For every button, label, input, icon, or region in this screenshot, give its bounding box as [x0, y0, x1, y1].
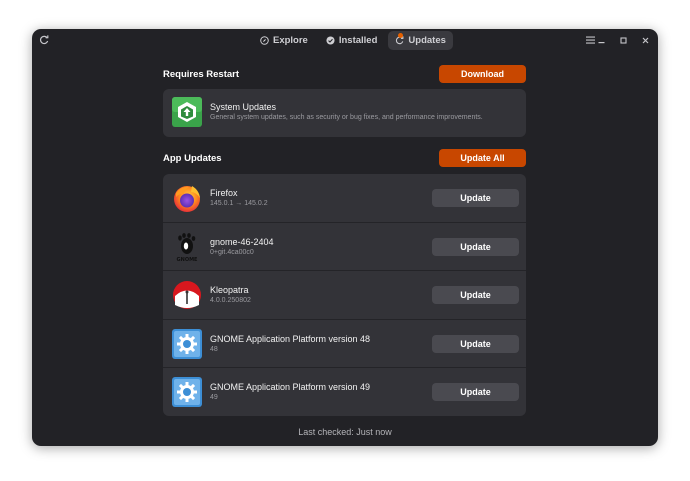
- app-version: 4.0.0.250802: [210, 297, 251, 304]
- update-button-firefox[interactable]: Update: [432, 189, 519, 207]
- section-title-app-updates: App Updates: [163, 152, 222, 164]
- list-item[interactable]: Firefox 145.0.1 → 145.0.2 Update: [163, 174, 526, 223]
- gear-icon: [172, 377, 202, 407]
- app-version: 48: [210, 345, 218, 353]
- app-name: GNOME Application Platform version 48: [210, 333, 371, 344]
- maximize-icon: [619, 36, 627, 44]
- section-title-restart: Requires Restart: [163, 68, 240, 80]
- kleopatra-icon: [173, 281, 201, 309]
- app-name: GNOME Application Platform version 49: [210, 382, 371, 392]
- system-update-icon: [172, 97, 202, 127]
- compass-icon: [260, 36, 269, 45]
- firefox-icon: [174, 186, 200, 212]
- app-version: 145.0.1 → 145.0.2: [210, 200, 268, 207]
- tab-explore[interactable]: Explore: [253, 31, 315, 50]
- close-button[interactable]: [639, 34, 651, 46]
- list-item[interactable]: System Updates General system updates, s…: [163, 89, 526, 137]
- minimize-icon: [598, 41, 604, 43]
- app-description: General system updates, such as security…: [210, 114, 483, 121]
- tab-installed[interactable]: Installed: [319, 31, 385, 50]
- tab-explore-label: Explore: [273, 35, 308, 46]
- list-item[interactable]: GNOME gnome-46-2404 0+git.4ca00c0 Update: [163, 223, 526, 271]
- app-updates-section-header: App Updates Update All: [163, 149, 526, 167]
- app-window: Explore Installed Updates Requires Resta…: [32, 29, 658, 446]
- app-updates-list: Firefox 145.0.1 → 145.0.2 Update GNOME g…: [163, 174, 526, 416]
- minimize-button[interactable]: [595, 34, 607, 46]
- update-button-gnome-platform-49[interactable]: Update: [432, 383, 519, 401]
- list-item[interactable]: GNOME Application Platform version 48 48…: [163, 320, 526, 368]
- app-name: Kleopatra: [210, 285, 249, 295]
- app-version: 0+git.4ca00c0: [210, 248, 254, 256]
- system-updates-card[interactable]: System Updates General system updates, s…: [163, 89, 526, 137]
- hamburger-menu-icon[interactable]: [586, 36, 595, 44]
- gear-icon: [172, 328, 202, 359]
- tab-installed-label: Installed: [338, 35, 378, 46]
- app-name: gnome-46-2404: [210, 236, 274, 247]
- list-item[interactable]: GNOME Application Platform version 49 49…: [163, 368, 526, 416]
- update-tab-icon: [395, 33, 404, 45]
- download-button[interactable]: Download: [439, 65, 526, 83]
- gnome-foot-icon: GNOME: [177, 232, 199, 262]
- view-switcher: Explore Installed Updates: [253, 31, 453, 50]
- refresh-icon[interactable]: [39, 35, 49, 45]
- app-version: 49: [210, 394, 218, 401]
- tab-updates[interactable]: Updates: [388, 31, 453, 50]
- tab-updates-label: Updates: [408, 35, 446, 46]
- update-all-button[interactable]: Update All: [439, 149, 526, 167]
- update-button-gnome-46-2404[interactable]: Update: [432, 237, 519, 256]
- list-item[interactable]: Kleopatra 4.0.0.250802 Update: [163, 271, 526, 320]
- window-controls: [595, 34, 651, 46]
- last-checked-status: Last checked: Just now: [298, 427, 392, 437]
- close-icon: [642, 37, 648, 43]
- check-circle-icon: [326, 36, 335, 45]
- app-name: Firefox: [210, 188, 238, 198]
- header-bar: Explore Installed Updates: [32, 29, 658, 53]
- update-button-gnome-platform-48[interactable]: Update: [432, 334, 519, 353]
- update-button-kleopatra[interactable]: Update: [432, 286, 519, 304]
- maximize-button[interactable]: [617, 34, 629, 46]
- app-name: System Updates: [210, 102, 277, 112]
- svg-text:GNOME: GNOME: [177, 257, 199, 262]
- restart-section-header: Requires Restart Download: [163, 65, 526, 83]
